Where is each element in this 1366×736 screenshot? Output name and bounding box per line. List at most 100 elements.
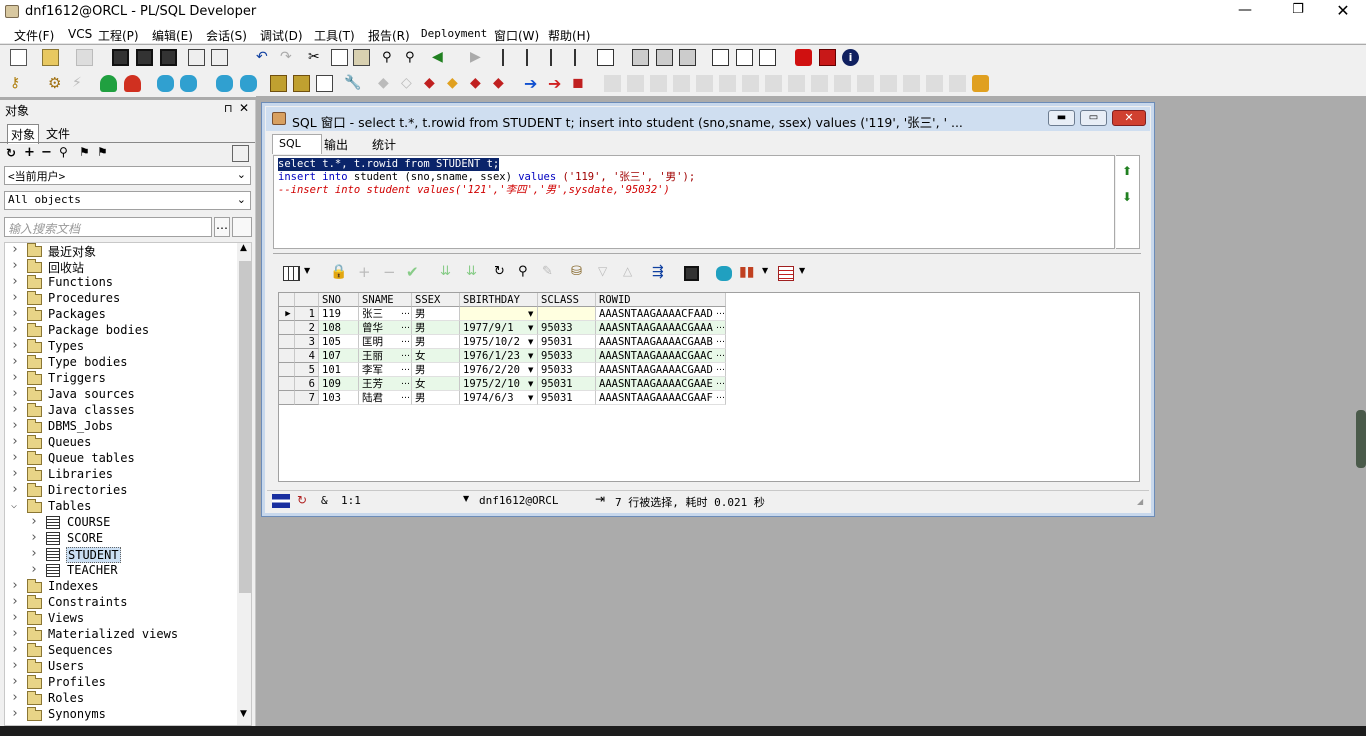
- step-disabled-icon-5[interactable]: [696, 75, 713, 92]
- step-disabled-icon-11[interactable]: [834, 75, 851, 92]
- table-cell[interactable]: 1977/9/1: [460, 321, 538, 335]
- cell-ellipsis-button[interactable]: …: [401, 349, 410, 359]
- menu-project[interactable]: 工程(P): [98, 27, 139, 44]
- paste-icon[interactable]: [353, 49, 370, 66]
- chevron-right-icon[interactable]: ›: [11, 338, 21, 353]
- tree-item[interactable]: › Package bodies: [5, 322, 241, 339]
- step-disabled-icon-6[interactable]: [719, 75, 736, 92]
- chevron-right-icon[interactable]: ›: [11, 370, 21, 385]
- chevron-right-icon[interactable]: ›: [11, 386, 21, 401]
- delete-record-icon[interactable]: −: [383, 263, 396, 281]
- tree-item[interactable]: › SCORE: [5, 530, 241, 547]
- tree-item[interactable]: › Views: [5, 610, 241, 627]
- redo-icon[interactable]: ↷: [280, 49, 297, 66]
- chevron-right-icon[interactable]: ›: [11, 274, 21, 289]
- info-icon[interactable]: i: [842, 49, 859, 66]
- step-disabled-icon-10[interactable]: [811, 75, 828, 92]
- arrange-icon[interactable]: [759, 49, 776, 66]
- date-dropdown-icon[interactable]: ▼: [528, 394, 533, 402]
- save-all-icon[interactable]: [160, 49, 177, 66]
- table-cell[interactable]: 1976/1/23: [460, 349, 538, 363]
- tree-item[interactable]: › 最近对象: [5, 243, 241, 259]
- sql-db-icon[interactable]: [157, 75, 174, 92]
- navigate-back-icon[interactable]: ◀: [432, 49, 449, 66]
- tree-item[interactable]: › Indexes: [5, 578, 241, 595]
- cell-ellipsis-button[interactable]: …: [401, 335, 410, 345]
- table-cell[interactable]: [460, 307, 538, 321]
- replace-icon[interactable]: ⚲: [405, 49, 422, 66]
- tree-item[interactable]: ⌵ Tables: [5, 499, 241, 515]
- grid-corner[interactable]: [295, 293, 319, 307]
- tab-files[interactable]: 文件: [46, 125, 70, 142]
- tree-item[interactable]: › Java sources: [5, 386, 241, 403]
- tree-item[interactable]: › Materialized views: [5, 626, 241, 643]
- splitter[interactable]: [273, 250, 1141, 254]
- scroll-down-icon[interactable]: ▼: [240, 709, 247, 719]
- uncomment-icon[interactable]: [574, 49, 591, 66]
- query-by-example-icon[interactable]: ⚲: [518, 264, 528, 279]
- add-icon[interactable]: +: [24, 145, 35, 160]
- table-cell[interactable]: 95031: [538, 335, 596, 349]
- column-header[interactable]: ROWID: [596, 293, 726, 307]
- tree-item[interactable]: › Constraints: [5, 594, 241, 611]
- command-db-icon[interactable]: [180, 75, 197, 92]
- scroll-up-icon[interactable]: ▲: [240, 243, 247, 253]
- menu-session[interactable]: 会话(S): [206, 27, 247, 44]
- cell-ellipsis-button[interactable]: …: [401, 321, 410, 331]
- unindent-icon[interactable]: [526, 49, 543, 66]
- chevron-right-icon[interactable]: ›: [11, 322, 21, 337]
- break-icon[interactable]: ◼: [572, 75, 589, 92]
- tree-item[interactable]: › Type bodies: [5, 354, 241, 371]
- row-number[interactable]: 3: [295, 335, 319, 349]
- lock-icon[interactable]: [972, 75, 989, 92]
- chevron-right-icon[interactable]: ›: [11, 418, 21, 433]
- date-dropdown-icon[interactable]: ▼: [528, 310, 533, 318]
- row-number[interactable]: 5: [295, 363, 319, 377]
- resize-grip-icon[interactable]: ◢: [1137, 497, 1143, 506]
- table-cell[interactable]: AAASNTAAGAAAACGAAF: [596, 391, 726, 405]
- cell-ellipsis-button[interactable]: …: [716, 363, 725, 373]
- indent-icon[interactable]: [502, 49, 519, 66]
- filter-icon[interactable]: ⚑: [79, 145, 90, 159]
- search-more-button[interactable]: …: [214, 217, 230, 237]
- cell-ellipsis-button[interactable]: …: [401, 377, 410, 387]
- chevron-right-icon[interactable]: ›: [11, 306, 21, 321]
- date-dropdown-icon[interactable]: ▼: [528, 380, 533, 388]
- remove-icon[interactable]: −: [41, 145, 52, 160]
- tree-scrollbar[interactable]: ▲ ▼: [237, 243, 251, 725]
- step-disabled-icon-2[interactable]: [627, 75, 644, 92]
- maximize-button[interactable]: ❐: [1283, 2, 1313, 20]
- filter-edit-icon[interactable]: ⚑: [97, 145, 108, 159]
- connection-dropdown-icon[interactable]: ▼: [463, 494, 469, 503]
- chevron-down-icon[interactable]: ⌵: [11, 500, 21, 511]
- undo-icon[interactable]: ↶: [256, 49, 273, 66]
- gear-icon[interactable]: ⚙: [48, 75, 65, 92]
- step-disabled-icon-4[interactable]: [673, 75, 690, 92]
- menu-help[interactable]: 帮助(H): [548, 27, 590, 44]
- cell-ellipsis-button[interactable]: …: [716, 391, 725, 401]
- tree-item[interactable]: › Triggers: [5, 370, 241, 387]
- chevron-right-icon[interactable]: ›: [11, 402, 21, 417]
- chevron-right-icon[interactable]: ›: [11, 258, 21, 273]
- row-number[interactable]: 4: [295, 349, 319, 363]
- table-cell[interactable]: 108: [319, 321, 359, 335]
- breakpoint-disabled-icon[interactable]: ◆: [378, 75, 395, 92]
- menu-file[interactable]: 文件(F): [14, 27, 54, 44]
- table-cell[interactable]: 95033: [538, 363, 596, 377]
- table-cell[interactable]: 119: [319, 307, 359, 321]
- table-cell[interactable]: 95031: [538, 391, 596, 405]
- oracle-icon[interactable]: [795, 49, 812, 66]
- pdf-icon[interactable]: [819, 49, 836, 66]
- navigate-forward-icon[interactable]: ▶: [470, 49, 487, 66]
- check-icon[interactable]: [293, 75, 310, 92]
- tree-item[interactable]: › STUDENT: [5, 546, 241, 563]
- table-cell[interactable]: 男: [412, 391, 460, 405]
- prev-page-icon[interactable]: △: [623, 264, 632, 278]
- menu-window[interactable]: 窗口(W): [494, 27, 539, 44]
- table-cell[interactable]: 男: [412, 363, 460, 377]
- table-cell[interactable]: 女: [412, 349, 460, 363]
- post-changes-icon[interactable]: ✔: [406, 263, 419, 281]
- wrench-icon[interactable]: 🔧: [344, 75, 361, 92]
- grid-corner[interactable]: [279, 293, 295, 307]
- tree-item[interactable]: › TEACHER: [5, 562, 241, 579]
